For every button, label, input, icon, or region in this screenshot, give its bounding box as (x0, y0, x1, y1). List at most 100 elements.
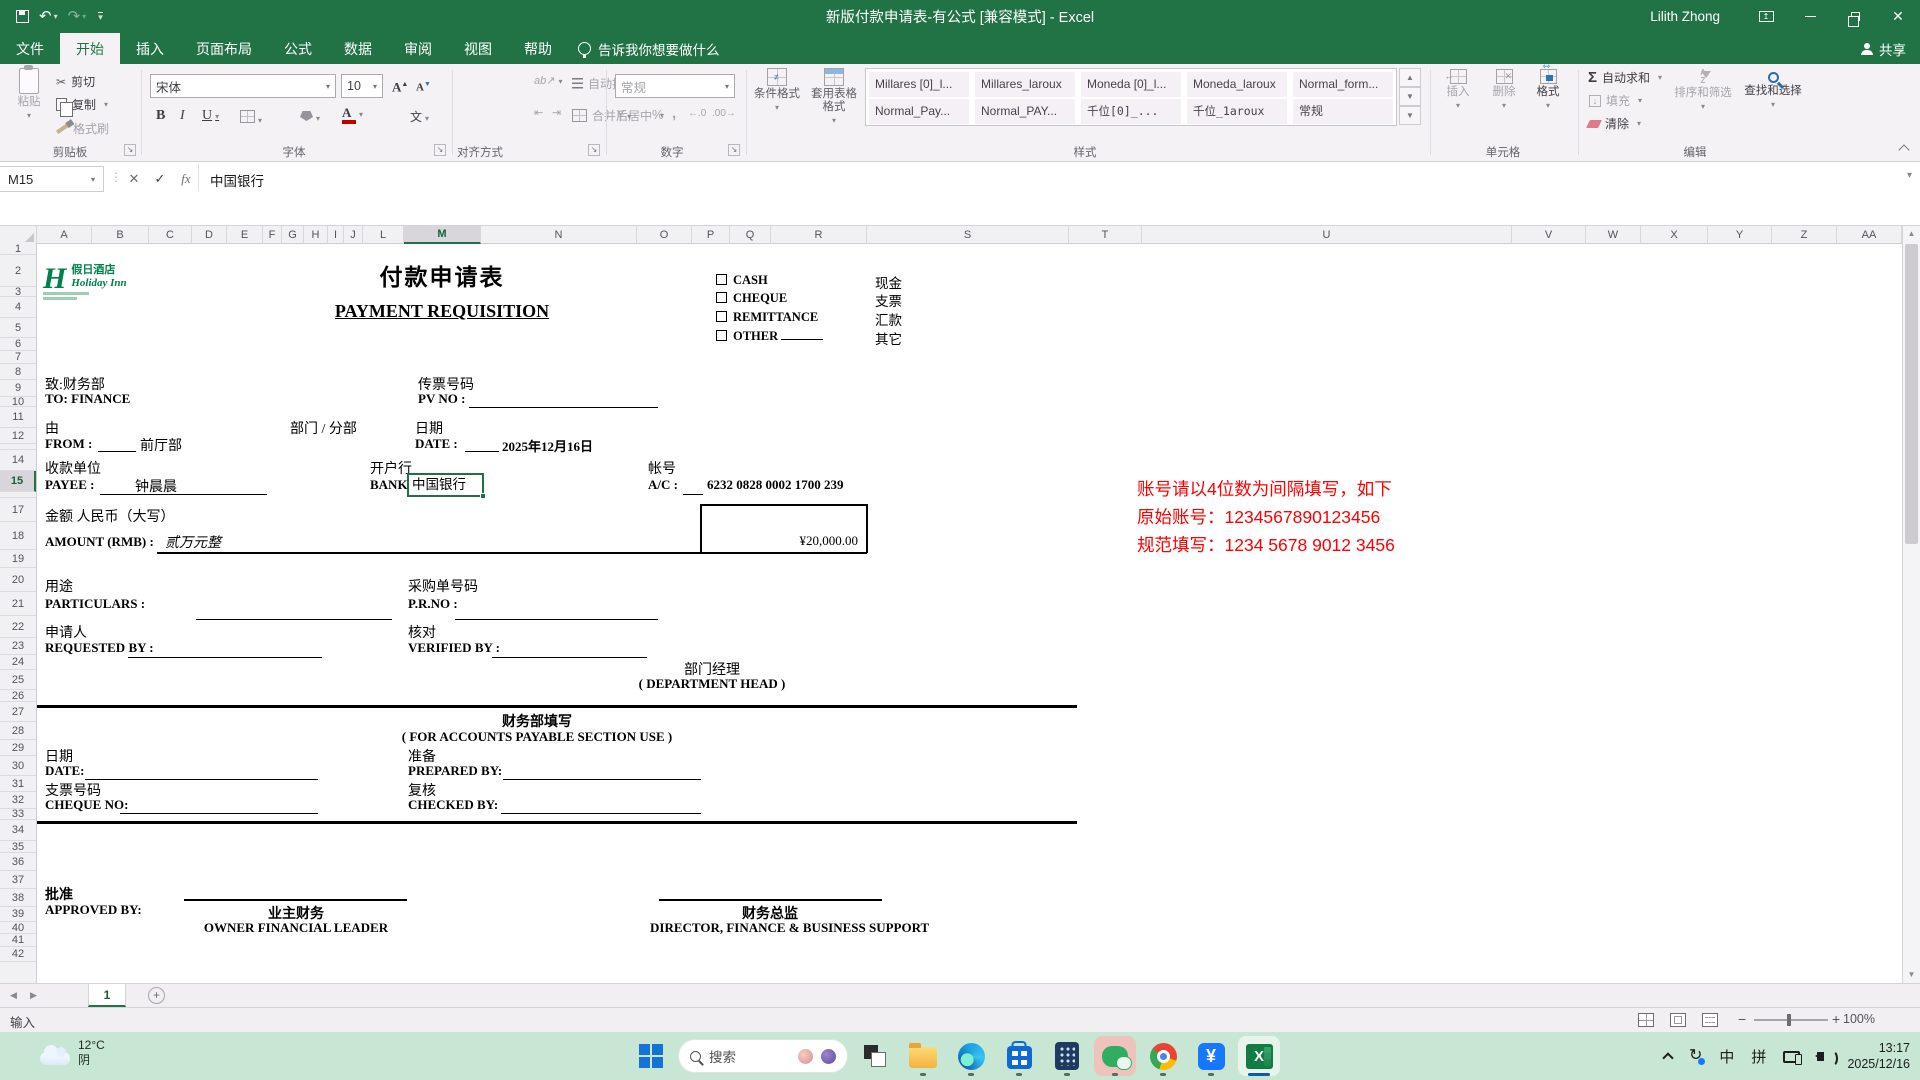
column-header-D[interactable]: D (192, 226, 227, 244)
taskbar-clock[interactable]: 13:17 2025/12/16 (1847, 1040, 1910, 1072)
style-chip-7[interactable]: 千位[0]_... (1081, 99, 1181, 124)
row-header-17[interactable]: 17 (0, 498, 36, 522)
number-format-select[interactable]: 常规▾ (615, 74, 735, 98)
percent-style-button[interactable]: % (652, 107, 664, 122)
style-chip-5[interactable]: Normal_Pay... (869, 99, 969, 124)
row-header-14[interactable]: 14 (0, 450, 36, 471)
style-chip-8[interactable]: 千位_1aroux (1187, 99, 1287, 124)
row-header-4[interactable]: 4 (0, 297, 36, 318)
column-header-I[interactable]: I (328, 226, 344, 244)
column-header-N[interactable]: N (481, 226, 637, 244)
amount-value[interactable]: ¥20,000.00 (720, 533, 858, 549)
italic-button[interactable]: I (180, 108, 185, 124)
row-header-18[interactable]: 18 (0, 522, 36, 550)
customize-qat-button[interactable]: ▾ (96, 12, 103, 22)
styles-gallery-up-button[interactable]: ▲ (1399, 68, 1421, 87)
edge-taskbar-button[interactable] (950, 1036, 992, 1076)
grow-font-button[interactable]: A▲ (392, 78, 408, 93)
column-header-F[interactable]: F (263, 226, 282, 244)
wechat-taskbar-button[interactable] (1094, 1036, 1136, 1076)
styles-gallery-more-button[interactable]: ▼ (1399, 106, 1421, 125)
scroll-up-arrow[interactable]: ▲ (1903, 226, 1920, 242)
increase-decimal-button[interactable]: ←.0 (688, 108, 706, 119)
column-header-A[interactable]: A (37, 226, 92, 244)
page-break-view-button[interactable] (1702, 1013, 1718, 1027)
style-chip-6[interactable]: Normal_PAY... (975, 99, 1075, 124)
amount-words[interactable]: 贰万元整 (165, 532, 221, 552)
row-header-36[interactable]: 36 (0, 853, 36, 871)
new-sheet-button[interactable]: + (148, 987, 165, 1004)
checkbox-other[interactable] (716, 330, 727, 341)
cancel-entry-button[interactable]: ✕ (122, 166, 146, 192)
column-header-W[interactable]: W (1586, 226, 1641, 244)
from-value[interactable]: 前厅部 (140, 435, 182, 455)
row-header-24[interactable]: 24 (0, 655, 36, 670)
zoom-slider-thumb[interactable] (1787, 1014, 1791, 1026)
undo-caret[interactable]: ▾ (54, 13, 58, 21)
sync-tray-icon[interactable]: ↻ (1689, 1048, 1702, 1064)
scroll-down-arrow[interactable]: ▼ (1903, 967, 1920, 983)
column-header-Z[interactable]: Z (1772, 226, 1837, 244)
ribbon-tab-3[interactable]: 页面布局 (180, 33, 268, 64)
checkbox-remittance[interactable] (716, 311, 727, 322)
row-header-20[interactable]: 20 (0, 568, 36, 592)
row-header-37[interactable]: 37 (0, 871, 36, 889)
close-button[interactable]: ✕ (1876, 0, 1920, 33)
autosum-button[interactable]: Σ 自动求和 (1588, 69, 1662, 86)
row-header-35[interactable]: 35 (0, 841, 36, 853)
column-header-S[interactable]: S (867, 226, 1069, 244)
row-header-2[interactable]: 2 (0, 255, 36, 287)
row-header-33[interactable]: 33 (0, 809, 36, 820)
weather-widget[interactable]: 12°C 阴 (40, 1038, 105, 1068)
row-header-28[interactable]: 28 (0, 722, 36, 740)
microsoft-store-taskbar-button[interactable] (998, 1036, 1040, 1076)
styles-gallery-down-button[interactable]: ▼ (1399, 87, 1421, 106)
font-family-select[interactable]: 宋体▾ (150, 74, 336, 98)
column-header-U[interactable]: U (1142, 226, 1512, 244)
ac-value[interactable]: 6232 0828 0002 1700 239 (707, 477, 844, 493)
save-button[interactable] (16, 10, 29, 23)
tell-me-box[interactable]: 告诉我你想要做什么 (578, 33, 720, 64)
sort-filter-button[interactable]: AZ 排序和筛选 ▾ (1672, 69, 1734, 111)
minimize-button[interactable] (1788, 0, 1832, 33)
row-header-32[interactable]: 32 (0, 792, 36, 809)
zoom-level[interactable]: 100% (1843, 1012, 1875, 1026)
prev-sheet-button[interactable]: ◀ (10, 984, 17, 1007)
page-layout-view-button[interactable] (1670, 1013, 1686, 1027)
column-header-R[interactable]: R (771, 226, 867, 244)
underline-button[interactable]: U (202, 108, 219, 124)
row-header-22[interactable]: 22 (0, 616, 36, 638)
comma-style-button[interactable]: , (672, 105, 676, 122)
ribbon-tab-0[interactable]: 文件 (0, 33, 60, 64)
column-header-G[interactable]: G (282, 226, 304, 244)
expand-formula-bar-button[interactable]: ▾ (1907, 170, 1912, 181)
row-header-26[interactable]: 26 (0, 690, 36, 702)
alignment-dialog-launcher[interactable]: ↘ (588, 144, 600, 156)
task-view-taskbar-button[interactable] (854, 1036, 896, 1076)
row-header-31[interactable]: 31 (0, 776, 36, 792)
format-cells-button[interactable]: ⇿ 格式 ▾ (1528, 69, 1568, 110)
style-chip-0[interactable]: Millares [0]_l... (869, 72, 969, 97)
row-header-41[interactable]: 41 (0, 934, 36, 947)
row-header-39[interactable]: 39 (0, 907, 36, 922)
row-header-8[interactable]: 8 (0, 364, 36, 380)
orientation-button[interactable]: ab↗ (534, 74, 562, 87)
column-header-E[interactable]: E (227, 226, 263, 244)
zoom-out-button[interactable]: − (1738, 1011, 1746, 1027)
row-header-6[interactable]: 6 (0, 338, 36, 351)
column-header-B[interactable]: B (92, 226, 149, 244)
paste-button[interactable]: 粘贴 ▾ (8, 68, 50, 120)
payment-app-taskbar-button[interactable]: ¥ (1190, 1036, 1232, 1076)
column-header-Q[interactable]: Q (730, 226, 771, 244)
accounting-format-button[interactable]: ¥ (617, 107, 631, 122)
ribbon-tab-2[interactable]: 插入 (120, 33, 180, 64)
undo-button[interactable]: ↶▾ (39, 9, 58, 24)
insert-function-button[interactable]: fx (174, 166, 198, 192)
sheet-canvas[interactable]: H 假日酒店 Holiday Inn 付款申请表 PAYMENT REQUISI… (37, 244, 1902, 983)
style-chip-2[interactable]: Moneda [0]_l... (1081, 72, 1181, 97)
style-chip-3[interactable]: Moneda_laroux (1187, 72, 1287, 97)
row-header-19[interactable]: 19 (0, 550, 36, 568)
column-header-C[interactable]: C (149, 226, 192, 244)
paste-caret[interactable]: ▾ (27, 111, 31, 120)
clear-button[interactable]: 清除 (1588, 115, 1641, 132)
